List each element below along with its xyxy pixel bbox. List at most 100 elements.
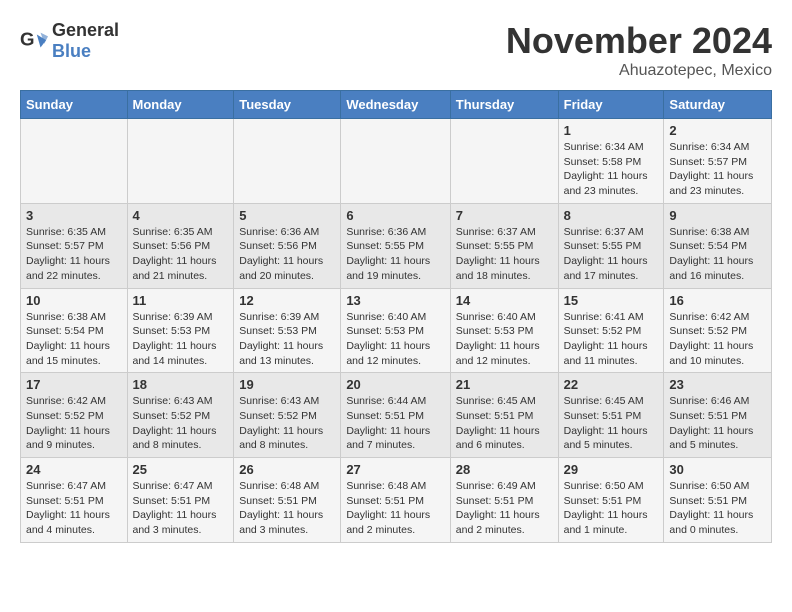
calendar-day-cell: 18 Sunrise: 6:43 AMSunset: 5:52 PMDayligh… — [127, 373, 234, 458]
day-info: Sunrise: 6:36 AMSunset: 5:55 PMDaylight:… — [346, 225, 444, 284]
day-number: 25 — [133, 462, 229, 477]
calendar-day-cell: 13 Sunrise: 6:40 AMSunset: 5:53 PMDayligh… — [341, 288, 450, 373]
calendar-day-cell: 3 Sunrise: 6:35 AMSunset: 5:57 PMDaylight… — [21, 203, 128, 288]
calendar-day-cell: 23 Sunrise: 6:46 AMSunset: 5:51 PMDayligh… — [664, 373, 772, 458]
day-info: Sunrise: 6:50 AMSunset: 5:51 PMDaylight:… — [669, 479, 766, 538]
day-number: 29 — [564, 462, 659, 477]
calendar-day-cell — [450, 119, 558, 204]
day-number: 19 — [239, 377, 335, 392]
day-number: 18 — [133, 377, 229, 392]
day-number: 6 — [346, 208, 444, 223]
page-header: G General Blue November 2024 Ahuazotepec… — [20, 20, 772, 80]
day-number: 13 — [346, 293, 444, 308]
calendar-day-cell: 10 Sunrise: 6:38 AMSunset: 5:54 PMDayligh… — [21, 288, 128, 373]
calendar-day-cell: 22Sunrise: 6:45 AMSunset: 5:51 PMDayligh… — [558, 373, 664, 458]
calendar-week-row: 24 Sunrise: 6:47 AMSunset: 5:51 PMDayligh… — [21, 458, 772, 543]
calendar-day-cell: 12Sunrise: 6:39 AMSunset: 5:53 PMDayligh… — [234, 288, 341, 373]
day-info: Sunrise: 6:39 AMSunset: 5:53 PMDaylight:… — [133, 310, 229, 369]
day-info: Sunrise: 6:45 AMSunset: 5:51 PMDaylight:… — [564, 394, 659, 453]
day-number: 24 — [26, 462, 122, 477]
day-number: 5 — [239, 208, 335, 223]
calendar-week-row: 17Sunrise: 6:42 AMSunset: 5:52 PMDayligh… — [21, 373, 772, 458]
calendar-body: 1 Sunrise: 6:34 AMSunset: 5:58 PMDaylight… — [21, 119, 772, 543]
day-info: Sunrise: 6:38 AMSunset: 5:54 PMDaylight:… — [669, 225, 766, 284]
day-info: Sunrise: 6:41 AMSunset: 5:52 PMDaylight:… — [564, 310, 659, 369]
calendar-header: SundayMondayTuesdayWednesdayThursdayFrid… — [21, 91, 772, 119]
logo: G General Blue — [20, 20, 119, 62]
calendar-day-cell: 5 Sunrise: 6:36 AMSunset: 5:56 PMDaylight… — [234, 203, 341, 288]
day-number: 16 — [669, 293, 766, 308]
day-info: Sunrise: 6:48 AMSunset: 5:51 PMDaylight:… — [346, 479, 444, 538]
month-title: November 2024 — [506, 20, 772, 62]
calendar-day-cell: 11 Sunrise: 6:39 AMSunset: 5:53 PMDayligh… — [127, 288, 234, 373]
calendar-week-row: 3 Sunrise: 6:35 AMSunset: 5:57 PMDaylight… — [21, 203, 772, 288]
day-info: Sunrise: 6:40 AMSunset: 5:53 PMDaylight:… — [346, 310, 444, 369]
day-info: Sunrise: 6:46 AMSunset: 5:51 PMDaylight:… — [669, 394, 766, 453]
calendar-day-cell: 17Sunrise: 6:42 AMSunset: 5:52 PMDayligh… — [21, 373, 128, 458]
day-number: 7 — [456, 208, 553, 223]
calendar-day-cell: 27 Sunrise: 6:48 AMSunset: 5:51 PMDayligh… — [341, 458, 450, 543]
calendar-day-cell: 24Sunrise: 6:47 AMSunset: 5:51 PMDayligh… — [21, 458, 128, 543]
weekday-header-sunday: Sunday — [21, 91, 128, 119]
day-info: Sunrise: 6:47 AMSunset: 5:51 PMDaylight:… — [133, 479, 229, 538]
calendar-week-row: 10 Sunrise: 6:38 AMSunset: 5:54 PMDayligh… — [21, 288, 772, 373]
day-info: Sunrise: 6:35 AMSunset: 5:57 PMDaylight:… — [26, 225, 122, 284]
day-info: Sunrise: 6:37 AMSunset: 5:55 PMDaylight:… — [564, 225, 659, 284]
day-info: Sunrise: 6:50 AMSunset: 5:51 PMDaylight:… — [564, 479, 659, 538]
day-number: 3 — [26, 208, 122, 223]
calendar-day-cell: 6 Sunrise: 6:36 AMSunset: 5:55 PMDaylight… — [341, 203, 450, 288]
day-info: Sunrise: 6:40 AMSunset: 5:53 PMDaylight:… — [456, 310, 553, 369]
day-number: 23 — [669, 377, 766, 392]
day-number: 14 — [456, 293, 553, 308]
day-number: 8 — [564, 208, 659, 223]
day-info: Sunrise: 6:49 AMSunset: 5:51 PMDaylight:… — [456, 479, 553, 538]
day-info: Sunrise: 6:37 AMSunset: 5:55 PMDaylight:… — [456, 225, 553, 284]
calendar-day-cell — [341, 119, 450, 204]
day-info: Sunrise: 6:36 AMSunset: 5:56 PMDaylight:… — [239, 225, 335, 284]
calendar-day-cell — [234, 119, 341, 204]
day-number: 20 — [346, 377, 444, 392]
day-number: 2 — [669, 123, 766, 138]
calendar-day-cell: 9Sunrise: 6:38 AMSunset: 5:54 PMDaylight… — [664, 203, 772, 288]
day-number: 15 — [564, 293, 659, 308]
day-number: 10 — [26, 293, 122, 308]
calendar-day-cell: 21 Sunrise: 6:45 AMSunset: 5:51 PMDayligh… — [450, 373, 558, 458]
day-info: Sunrise: 6:44 AMSunset: 5:51 PMDaylight:… — [346, 394, 444, 453]
calendar-day-cell — [21, 119, 128, 204]
calendar-week-row: 1 Sunrise: 6:34 AMSunset: 5:58 PMDaylight… — [21, 119, 772, 204]
weekday-header-wednesday: Wednesday — [341, 91, 450, 119]
day-number: 11 — [133, 293, 229, 308]
title-block: November 2024 Ahuazotepec, Mexico — [506, 20, 772, 80]
day-number: 26 — [239, 462, 335, 477]
day-number: 28 — [456, 462, 553, 477]
day-info: Sunrise: 6:38 AMSunset: 5:54 PMDaylight:… — [26, 310, 122, 369]
svg-text:G: G — [20, 29, 35, 50]
day-number: 12 — [239, 293, 335, 308]
day-info: Sunrise: 6:34 AMSunset: 5:57 PMDaylight:… — [669, 140, 766, 199]
calendar-day-cell: 29 Sunrise: 6:50 AMSunset: 5:51 PMDayligh… — [558, 458, 664, 543]
day-info: Sunrise: 6:43 AMSunset: 5:52 PMDaylight:… — [133, 394, 229, 453]
calendar-day-cell: 7 Sunrise: 6:37 AMSunset: 5:55 PMDaylight… — [450, 203, 558, 288]
day-number: 1 — [564, 123, 659, 138]
calendar-day-cell: 20 Sunrise: 6:44 AMSunset: 5:51 PMDayligh… — [341, 373, 450, 458]
day-info: Sunrise: 6:35 AMSunset: 5:56 PMDaylight:… — [133, 225, 229, 284]
day-info: Sunrise: 6:42 AMSunset: 5:52 PMDaylight:… — [26, 394, 122, 453]
day-number: 30 — [669, 462, 766, 477]
calendar-day-cell: 30 Sunrise: 6:50 AMSunset: 5:51 PMDayligh… — [664, 458, 772, 543]
day-info: Sunrise: 6:34 AMSunset: 5:58 PMDaylight:… — [564, 140, 659, 199]
calendar-day-cell: 1 Sunrise: 6:34 AMSunset: 5:58 PMDaylight… — [558, 119, 664, 204]
day-info: Sunrise: 6:43 AMSunset: 5:52 PMDaylight:… — [239, 394, 335, 453]
calendar-day-cell: 16Sunrise: 6:42 AMSunset: 5:52 PMDayligh… — [664, 288, 772, 373]
weekday-header-tuesday: Tuesday — [234, 91, 341, 119]
calendar-day-cell: 28 Sunrise: 6:49 AMSunset: 5:51 PMDayligh… — [450, 458, 558, 543]
weekday-header-saturday: Saturday — [664, 91, 772, 119]
calendar-day-cell: 2 Sunrise: 6:34 AMSunset: 5:57 PMDaylight… — [664, 119, 772, 204]
calendar-day-cell: 8 Sunrise: 6:37 AMSunset: 5:55 PMDaylight… — [558, 203, 664, 288]
calendar-day-cell: 26Sunrise: 6:48 AMSunset: 5:51 PMDayligh… — [234, 458, 341, 543]
day-number: 27 — [346, 462, 444, 477]
logo-blue: Blue — [52, 41, 91, 61]
calendar-table: SundayMondayTuesdayWednesdayThursdayFrid… — [20, 90, 772, 543]
calendar-day-cell: 19 Sunrise: 6:43 AMSunset: 5:52 PMDayligh… — [234, 373, 341, 458]
day-number: 21 — [456, 377, 553, 392]
day-info: Sunrise: 6:45 AMSunset: 5:51 PMDaylight:… — [456, 394, 553, 453]
